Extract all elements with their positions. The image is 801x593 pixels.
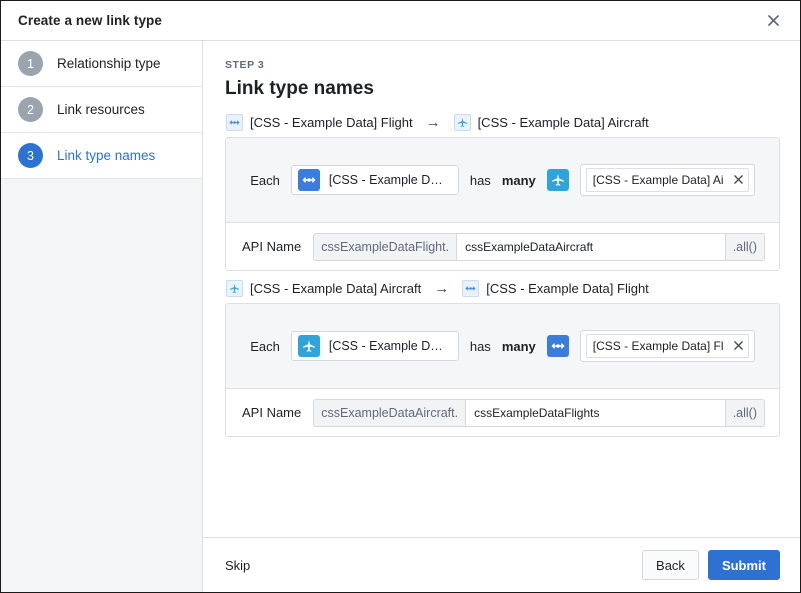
- cardinality-label: many: [501, 172, 536, 188]
- api-name-input[interactable]: [465, 398, 726, 427]
- api-name-label: API Name: [242, 239, 302, 254]
- relation-source-label: [CSS - Example Data] Flight: [250, 115, 413, 130]
- dialog-footer: Skip Back Submit: [203, 537, 800, 592]
- close-icon[interactable]: [760, 8, 786, 34]
- relation-group: [CSS - Example Data] Aircraft → [CSS - E…: [225, 280, 780, 437]
- link-icon: [297, 169, 320, 191]
- sidebar-step-link-type-names[interactable]: 3 Link type names: [1, 133, 202, 179]
- relation-group: [CSS - Example Data] Flight → [CSS - Exa…: [225, 114, 780, 271]
- create-link-type-dialog: Create a new link type 1 Relationship ty…: [0, 0, 801, 593]
- close-icon[interactable]: [733, 174, 744, 186]
- object-tag-input[interactable]: [CSS - Example Data] Ai: [579, 164, 755, 196]
- link-icon: [546, 335, 569, 357]
- has-label: has: [469, 172, 491, 188]
- cardinality-label: many: [501, 338, 536, 354]
- sidebar-step-label: Link resources: [57, 102, 145, 117]
- subject-select[interactable]: [CSS - Example Data] …: [290, 331, 459, 361]
- dialog-titlebar: Create a new link type: [1, 1, 800, 41]
- airplane-icon: [226, 280, 243, 297]
- sidebar-filler: [1, 179, 202, 592]
- step-number-badge: 1: [18, 51, 43, 76]
- api-name-input-group: cssExampleDataFlight. .all(): [313, 232, 765, 261]
- relation-card: Each [CSS - Example Data] … has: [225, 303, 780, 437]
- relation-target-label: [CSS - Example Data] Flight: [486, 281, 649, 296]
- relation-sentence-row: Each [CSS - Example Data] has many [CSS …: [226, 138, 779, 223]
- dialog-body: 1 Relationship type 2 Link resources 3 L…: [1, 41, 800, 592]
- page-title: Link type names: [225, 78, 374, 99]
- airplane-icon: [297, 335, 320, 357]
- object-tag-label: [CSS - Example Data] Fl: [592, 339, 724, 353]
- each-label: Each: [250, 172, 280, 188]
- close-icon[interactable]: [733, 340, 744, 352]
- sidebar-step-label: Relationship type: [57, 56, 161, 71]
- subject-select-value: [CSS - Example Data] …: [328, 173, 449, 187]
- relation-target-label: [CSS - Example Data] Aircraft: [477, 115, 649, 130]
- step-number-badge: 2: [18, 97, 43, 122]
- api-name-label: API Name: [242, 405, 302, 420]
- api-name-input-group: cssExampleDataAircraft. .all(): [313, 398, 765, 427]
- relation-source-label: [CSS - Example Data] Aircraft: [250, 281, 422, 296]
- object-tag[interactable]: [CSS - Example Data] Fl: [585, 334, 749, 358]
- api-name-prefix: cssExampleDataFlight.: [313, 232, 457, 261]
- airplane-icon: [453, 114, 471, 131]
- relation-sentence-row: Each [CSS - Example Data] … has: [226, 304, 779, 389]
- subject-select-value: [CSS - Example Data] …: [328, 339, 449, 353]
- submit-button[interactable]: Submit: [707, 550, 780, 580]
- api-name-suffix: .all(): [725, 398, 765, 427]
- back-button[interactable]: Back: [642, 550, 699, 580]
- object-tag-label: [CSS - Example Data] Ai: [592, 173, 724, 187]
- sidebar-step-label: Link type names: [57, 148, 156, 163]
- has-label: has: [469, 338, 491, 354]
- api-name-row: API Name cssExampleDataFlight. .all(): [226, 223, 779, 270]
- relation-heading: [CSS - Example Data] Flight → [CSS - Exa…: [225, 114, 780, 131]
- relation-card: Each [CSS - Example Data] has many [CSS …: [225, 137, 780, 271]
- main-content: STEP 3 Link type names [CSS - Example Da…: [203, 41, 800, 537]
- skip-button[interactable]: Skip: [225, 558, 642, 573]
- step-eyebrow: STEP 3: [225, 59, 265, 71]
- step-number-badge: 3: [18, 143, 43, 168]
- object-tag-input[interactable]: [CSS - Example Data] Fl: [579, 330, 755, 362]
- wizard-main: STEP 3 Link type names [CSS - Example Da…: [203, 41, 800, 592]
- api-name-row: API Name cssExampleDataAircraft. .all(): [226, 389, 779, 436]
- wizard-sidebar: 1 Relationship type 2 Link resources 3 L…: [1, 41, 203, 592]
- object-tag[interactable]: [CSS - Example Data] Ai: [585, 168, 749, 192]
- link-icon: [226, 114, 243, 131]
- arrow-right-icon: →: [425, 114, 441, 131]
- api-name-prefix: cssExampleDataAircraft.: [313, 398, 466, 427]
- each-label: Each: [250, 338, 280, 354]
- relation-heading: [CSS - Example Data] Aircraft → [CSS - E…: [225, 280, 780, 297]
- sidebar-step-link-resources[interactable]: 2 Link resources: [1, 87, 202, 133]
- airplane-icon: [546, 169, 569, 191]
- sidebar-step-relationship-type[interactable]: 1 Relationship type: [1, 41, 202, 87]
- arrow-right-icon: →: [434, 280, 450, 297]
- link-icon: [462, 280, 480, 297]
- dialog-title: Create a new link type: [18, 13, 163, 28]
- api-name-suffix: .all(): [725, 232, 765, 261]
- subject-select[interactable]: [CSS - Example Data] …: [290, 165, 459, 195]
- api-name-input[interactable]: [456, 232, 726, 261]
